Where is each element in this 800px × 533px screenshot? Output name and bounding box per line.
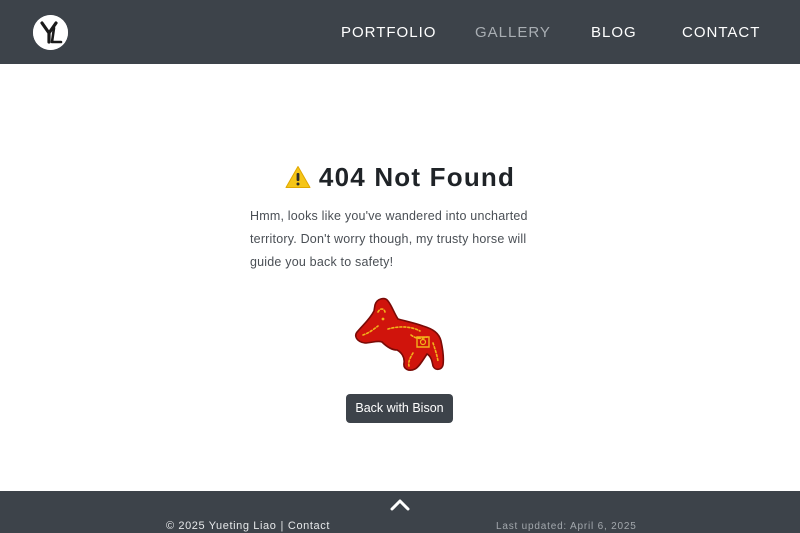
error-description: Hmm, looks like you've wandered into unc… [250, 209, 528, 269]
page-title-row: 404 Not Found [0, 160, 800, 194]
main-nav: PORTFOLIO GALLERY BLOG CONTACT [0, 0, 800, 64]
site-header: PORTFOLIO GALLERY BLOG CONTACT [0, 0, 800, 64]
chevron-up-icon[interactable] [389, 498, 411, 512]
footer-separator: | [280, 520, 284, 532]
page-title: 404 Not Found [318, 162, 516, 192]
site-footer: © 2025 Yueting Liao | Contact Last updated… [0, 491, 800, 533]
nav-blog[interactable]: BLOG [591, 24, 637, 41]
warning-icon [285, 166, 311, 188]
copyright-text: © 2025 Yueting Liao [166, 520, 277, 532]
nav-gallery[interactable]: GALLERY [475, 24, 551, 41]
footer-copyright-line: © 2025 Yueting Liao | Contact [166, 520, 330, 532]
footer-contact-link[interactable]: Contact [288, 520, 330, 532]
last-updated: Last updated: April 6, 2025 [496, 521, 637, 532]
horse-icon [355, 297, 445, 371]
back-button[interactable]: Back with Bison [346, 394, 453, 423]
nav-contact[interactable]: CONTACT [682, 24, 760, 41]
nav-portfolio[interactable]: PORTFOLIO [341, 24, 436, 41]
